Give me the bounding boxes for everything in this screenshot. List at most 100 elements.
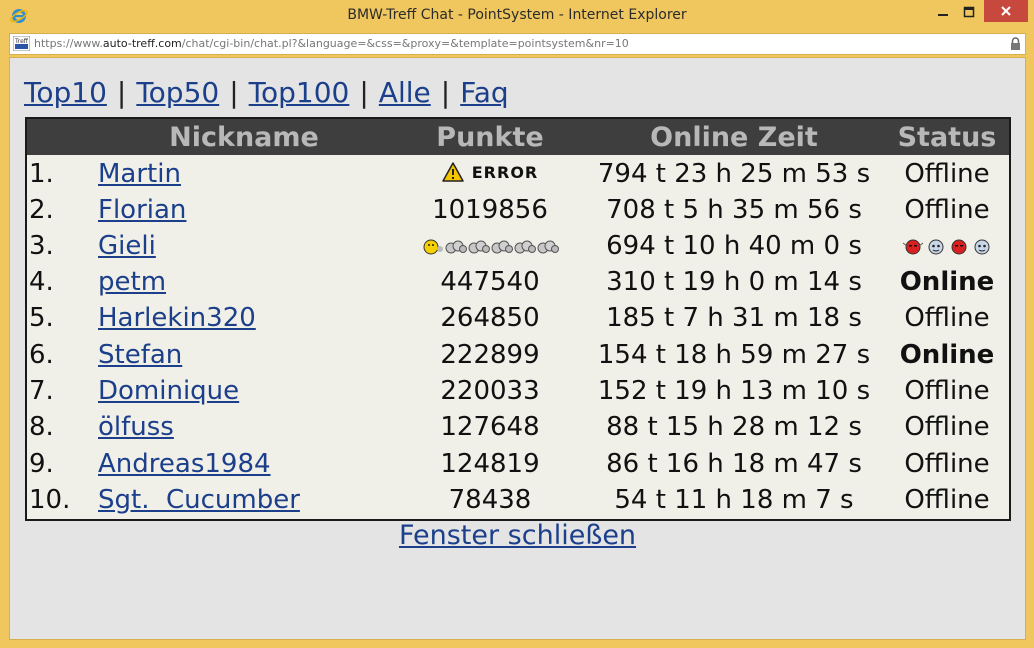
- points-cell: 124819: [440, 449, 540, 479]
- status-cell: Online: [899, 267, 995, 297]
- nav-faq-link[interactable]: Faq: [460, 76, 508, 109]
- table-row: 5. Harlekin320 264850 185 t 7 h 31 m 18 …: [27, 301, 1009, 337]
- points-cell: 264850: [440, 303, 540, 333]
- nav-top100-link[interactable]: Top100: [249, 76, 350, 109]
- maximize-button[interactable]: [954, 0, 984, 24]
- table-row: 1. Martin ERROR 794 t 23 h 25 m 53 s Off…: [27, 157, 1009, 193]
- nav-separator: |: [359, 76, 369, 109]
- nickname-cell: Florian: [98, 195, 186, 225]
- header-online-zeit: Online Zeit: [650, 122, 818, 153]
- nickname-link[interactable]: Gieli: [98, 231, 156, 261]
- smoke-cloud-icon: [445, 240, 467, 254]
- smoke-cloud-icon: [468, 240, 490, 254]
- online-time-cell: 54 t 11 h 18 m 7 s: [614, 485, 854, 515]
- nav-top10-link[interactable]: Top10: [24, 76, 107, 109]
- nickname-link[interactable]: Florian: [98, 195, 186, 225]
- close-window-link-wrap: Fenster schließen: [10, 520, 1025, 551]
- status-cell: Offline: [904, 376, 990, 406]
- rank-cell: 10.: [29, 485, 71, 515]
- nickname-link[interactable]: Stefan: [98, 340, 182, 370]
- nickname-link[interactable]: petm: [98, 267, 166, 297]
- nickname-cell: Sgt. Cucumber: [98, 485, 300, 515]
- page-content: Top10 | Top50 | Top100 | Alle | Faq Nickname Pun…: [9, 57, 1026, 640]
- site-favicon: Treff: [13, 36, 30, 51]
- rank-cell: 6.: [29, 340, 54, 370]
- rank-cell: 1.: [29, 159, 54, 189]
- status-cell: Offline: [904, 449, 990, 479]
- rank-cell: 9.: [29, 449, 54, 479]
- nav-alle-link[interactable]: Alle: [379, 76, 431, 109]
- nickname-link[interactable]: Sgt. Cucumber: [98, 485, 300, 515]
- nickname-link[interactable]: Harlekin320: [98, 303, 256, 333]
- window-title: BMW-Treff Chat - PointSystem - Internet …: [347, 7, 687, 23]
- address-bar[interactable]: Treff https://www.auto-treff.com/chat/cg…: [9, 33, 1026, 55]
- angry-smiley-icon: [951, 239, 966, 255]
- status-cell: [887, 231, 1007, 264]
- nickname-cell: petm: [98, 267, 166, 297]
- online-time-cell: 86 t 16 h 18 m 47 s: [606, 449, 862, 479]
- nickname-cell: Martin: [98, 159, 181, 189]
- nav-separator: |: [229, 76, 239, 109]
- close-window-button[interactable]: [984, 0, 1028, 22]
- points-cell: 78438: [448, 485, 532, 515]
- table-row: 10. Sgt. Cucumber 78438 54 t 11 h 18 m 7…: [27, 483, 1009, 519]
- status-cell: Offline: [904, 412, 990, 442]
- nickname-cell: Dominique: [98, 376, 239, 406]
- nickname-cell: Harlekin320: [98, 303, 256, 333]
- table-row: 4. petm 447540 310 t 19 h 0 m 14 s Onlin…: [27, 265, 1009, 301]
- minimize-icon: [938, 14, 948, 16]
- url-path: /chat/cgi-bin/chat.pl?&language=&css=&pr…: [181, 37, 629, 50]
- status-smiley-animation: [902, 237, 993, 257]
- nav-top50-link[interactable]: Top50: [136, 76, 219, 109]
- points-cell: 447540: [440, 267, 540, 297]
- url-host: auto-treff.com: [102, 37, 182, 50]
- table-row: 3. Gieli 694 t 10 h 40 m 0 s: [27, 229, 1009, 265]
- rank-cell: 4.: [29, 267, 54, 297]
- points-cell: 127648: [440, 412, 540, 442]
- nickname-cell: Gieli: [98, 231, 156, 261]
- nickname-link[interactable]: Dominique: [98, 376, 239, 406]
- status-cell: Offline: [904, 195, 990, 225]
- rank-cell: 5.: [29, 303, 54, 333]
- online-time-cell: 88 t 15 h 28 m 12 s: [606, 412, 862, 442]
- header-punkte: Punkte: [436, 122, 544, 153]
- nav-separator: |: [116, 76, 127, 109]
- smoke-cloud-icon: [537, 240, 559, 254]
- rank-cell: 7.: [29, 376, 54, 406]
- smoke-cloud-icon: [514, 240, 536, 254]
- online-time-cell: 185 t 7 h 31 m 18 s: [606, 303, 862, 333]
- close-window-link[interactable]: Fenster schließen: [399, 520, 636, 551]
- title-bar: BMW-Treff Chat - PointSystem - Internet …: [0, 0, 1034, 32]
- points-cell: 1019856: [432, 195, 548, 225]
- nickname-link[interactable]: Andreas1984: [98, 449, 271, 479]
- online-time-cell: 694 t 10 h 40 m 0 s: [606, 231, 862, 261]
- status-cell: Offline: [904, 485, 990, 515]
- points-smiley-animation: [422, 237, 559, 257]
- table-row: 6. Stefan 222899 154 t 18 h 59 m 27 s On…: [27, 338, 1009, 374]
- online-time-cell: 154 t 18 h 59 m 27 s: [597, 340, 871, 370]
- table-row: 8. ölfuss 127648 88 t 15 h 28 m 12 s Off…: [27, 410, 1009, 446]
- online-time-cell: 310 t 19 h 0 m 14 s: [606, 267, 862, 297]
- nickname-cell: Andreas1984: [98, 449, 271, 479]
- warning-icon: [442, 162, 464, 182]
- header-nickname: Nickname: [169, 122, 319, 153]
- nickname-cell: Stefan: [98, 340, 182, 370]
- nickname-link[interactable]: ölfuss: [98, 412, 174, 442]
- nickname-link[interactable]: Martin: [98, 159, 181, 189]
- blue-smiley-icon: [974, 239, 989, 255]
- status-cell: Online: [899, 340, 995, 370]
- table-row: 9. Andreas1984 124819 86 t 16 h 18 m 47 …: [27, 447, 1009, 483]
- angry-smiley-icon: [902, 239, 923, 255]
- header-status: Status: [897, 122, 997, 153]
- top-navigation: Top10 | Top50 | Top100 | Alle | Faq: [24, 76, 509, 109]
- url-text[interactable]: https://www.auto-treff.com/chat/cgi-bin/…: [34, 37, 629, 50]
- points-cell: 220033: [440, 376, 540, 406]
- points-cell: [417, 231, 563, 264]
- table-row: 7. Dominique 220033 152 t 19 h 13 m 10 s…: [27, 374, 1009, 410]
- smiley-icon: [423, 239, 443, 255]
- table-header: Nickname Punkte Online Zeit Status: [27, 119, 1009, 155]
- ranking-table: Nickname Punkte Online Zeit Status 1. Ma…: [25, 117, 1011, 521]
- smoke-cloud-icon: [491, 240, 513, 254]
- online-time-cell: 708 t 5 h 35 m 56 s: [606, 195, 862, 225]
- points-cell: 222899: [440, 340, 540, 370]
